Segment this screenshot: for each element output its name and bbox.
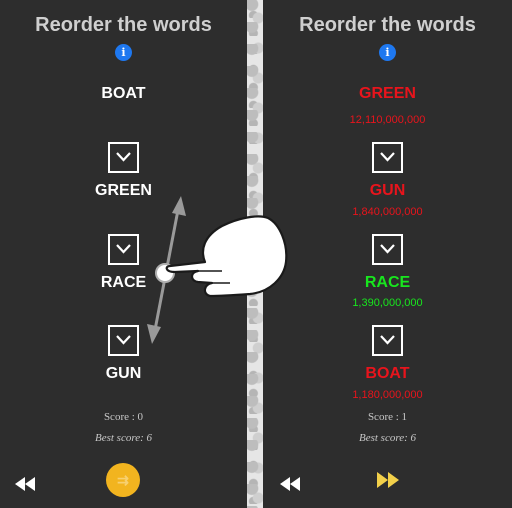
drag-hint-overlay xyxy=(147,196,288,344)
